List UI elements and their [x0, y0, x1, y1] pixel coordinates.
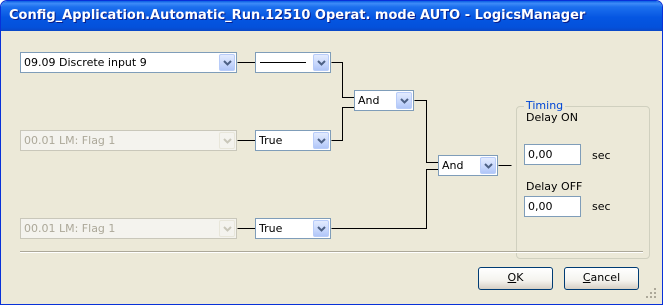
logicsmanager-dialog: Config_Application.Automatic_Run.12510 O… — [0, 0, 663, 305]
cancel-label-rest: ancel — [590, 271, 621, 284]
delay-on-unit: sec — [592, 149, 611, 162]
input-1-command-select[interactable]: 09.09 Discrete input 9 — [20, 52, 237, 73]
title-bar[interactable]: Config_Application.Automatic_Run.12510 O… — [1, 1, 662, 31]
ok-accelerator: O — [507, 271, 517, 284]
chevron-down-icon[interactable] — [313, 54, 329, 71]
cancel-button[interactable]: Cancel — [564, 267, 639, 290]
ok-button[interactable]: OK — [478, 267, 553, 290]
input-1-command-value: 09.09 Discrete input 9 — [24, 56, 147, 69]
chevron-down-icon[interactable] — [313, 220, 329, 237]
dialog-client-area: 09.09 Discrete input 9 And 00.01 LM: Fla… — [4, 31, 659, 301]
ok-label-rest: K — [516, 271, 524, 284]
delay-off-label: Delay OFF — [526, 180, 583, 193]
delay-on-input[interactable]: 0,00 — [524, 144, 581, 165]
input-1-operator-select[interactable] — [255, 52, 331, 73]
delay-off-input[interactable]: 0,00 — [524, 196, 581, 217]
delay-on-label: Delay ON — [526, 111, 578, 124]
input-3-command-select: 00.01 LM: Flag 1 — [20, 218, 237, 239]
window-title: Config_Application.Automatic_Run.12510 O… — [9, 8, 586, 23]
delay-off-unit: sec — [592, 200, 611, 213]
resize-grip-icon[interactable] — [645, 287, 657, 299]
separator-line — [20, 251, 643, 253]
cancel-accelerator: C — [582, 271, 591, 284]
gate-2-select[interactable]: And — [438, 155, 498, 176]
chevron-down-icon[interactable] — [219, 54, 235, 71]
gate-2-value: And — [442, 159, 464, 172]
input-3-operator-value: True — [259, 222, 283, 235]
input-3-command-value: 00.01 LM: Flag 1 — [24, 222, 116, 235]
chevron-down-icon — [219, 132, 235, 149]
chevron-down-icon[interactable] — [480, 157, 496, 174]
operator-line-icon — [260, 62, 306, 63]
gate-1-value: And — [358, 94, 380, 107]
input-2-command-select: 00.01 LM: Flag 1 — [20, 130, 237, 151]
input-2-operator-value: True — [259, 134, 283, 147]
chevron-down-icon[interactable] — [313, 132, 329, 149]
chevron-down-icon[interactable] — [396, 92, 412, 109]
chevron-down-icon — [219, 220, 235, 237]
gate-1-select[interactable]: And — [354, 90, 414, 111]
input-2-command-value: 00.01 LM: Flag 1 — [24, 134, 116, 147]
input-2-operator-select[interactable]: True — [255, 130, 331, 151]
input-3-operator-select[interactable]: True — [255, 218, 331, 239]
